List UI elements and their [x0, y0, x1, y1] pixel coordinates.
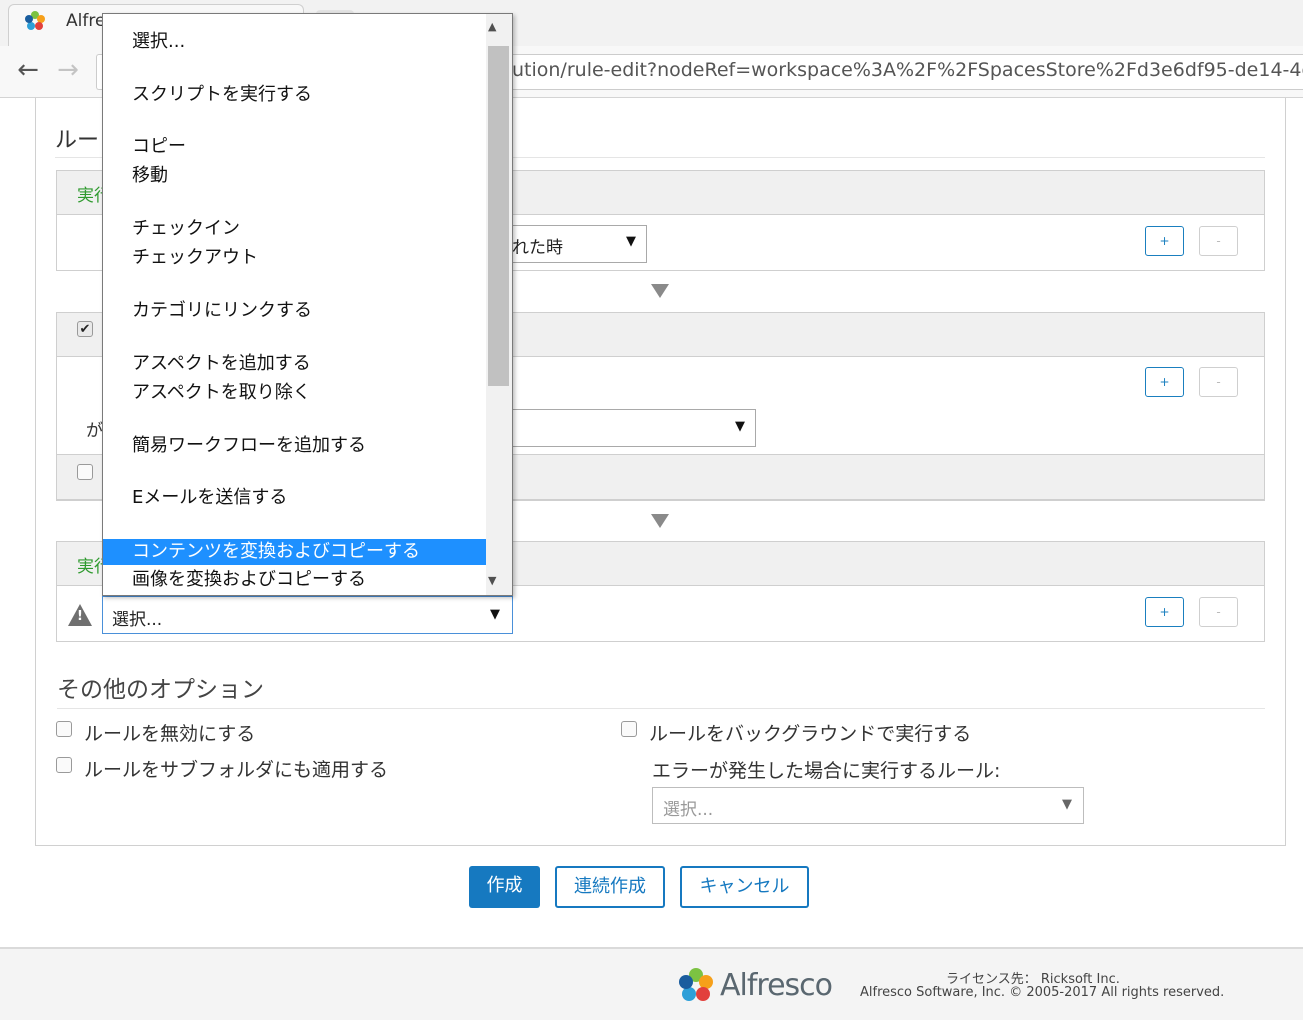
condition-checkbox[interactable]: ✔ [77, 321, 93, 337]
dropdown-option[interactable]: アスペクトを取り除く [103, 380, 487, 406]
dropdown-option[interactable]: 選択... [103, 29, 487, 55]
alfresco-favicon-icon [25, 11, 45, 30]
dropdown-option[interactable]: アスペクトを追加する [103, 351, 487, 377]
scroll-down-icon[interactable]: ▼ [488, 574, 496, 587]
on-error-select[interactable] [652, 787, 1084, 824]
forward-arrow-icon[interactable]: → [54, 56, 82, 84]
scrollbar-thumb[interactable] [488, 46, 509, 386]
apply-subfolders-label[interactable]: ルールをサブフォルダにも適用する [84, 755, 388, 782]
chevron-down-icon: ▼ [490, 607, 500, 622]
rule-heading: ルー [55, 128, 100, 153]
remove-action-button[interactable]: - [1199, 597, 1238, 627]
run-background-label[interactable]: ルールをバックグラウンドで実行する [649, 719, 971, 746]
on-error-select-value: 選択... [663, 800, 714, 820]
cancel-button[interactable]: キャンセル [680, 866, 809, 908]
divider [57, 708, 1265, 709]
disable-rule-label[interactable]: ルールを無効にする [84, 719, 255, 746]
dropdown-option[interactable]: チェックアウト [103, 245, 487, 271]
chevron-down-icon: ▼ [626, 234, 636, 249]
dropdown-option[interactable]: 簡易ワークフローを追加する [103, 433, 487, 459]
on-error-label: エラーが発生した場合に実行するルール: [652, 760, 1001, 782]
run-background-checkbox[interactable] [621, 721, 637, 737]
dropdown-option[interactable]: チェックイン [103, 216, 487, 242]
url-text[interactable]: ution/rule-edit?nodeRef=workspace%3A%2F%… [512, 59, 1303, 81]
flow-arrow-icon [651, 514, 669, 528]
condition-text: が [86, 421, 103, 441]
create-button[interactable]: 作成 [469, 866, 540, 908]
tab-title: Alfre [66, 11, 106, 31]
dropdown-option[interactable]: カテゴリにリンクする [103, 298, 487, 324]
rule-when-select-value: れた時 [512, 238, 563, 258]
scroll-up-icon[interactable]: ▲ [488, 20, 496, 33]
alfresco-logo-icon [679, 968, 713, 1001]
disable-rule-checkbox[interactable] [56, 721, 72, 737]
action-select-value: 選択... [112, 610, 163, 630]
dropdown-option[interactable]: 移動 [103, 163, 487, 189]
action-select[interactable] [102, 596, 513, 634]
back-arrow-icon[interactable]: ← [14, 56, 42, 84]
other-options-heading: その他のオプション [57, 677, 264, 703]
dropdown-option[interactable]: スクリプトを実行する [103, 82, 487, 108]
flow-arrow-icon [651, 284, 669, 298]
add-when-button[interactable]: + [1145, 226, 1184, 256]
chevron-down-icon: ▼ [735, 419, 745, 434]
create-continue-button[interactable]: 連続作成 [555, 866, 665, 908]
chevron-down-icon: ▼ [1062, 797, 1072, 812]
dropdown-option[interactable]: 画像を変換およびコピーする [103, 567, 487, 593]
dropdown-option-selected[interactable]: コンテンツを変換およびコピーする [103, 539, 487, 565]
dropdown-option[interactable]: Eメールを送信する [103, 485, 487, 511]
remove-when-button[interactable]: - [1199, 226, 1238, 256]
warning-mark: ! [77, 609, 83, 624]
apply-subfolders-checkbox[interactable] [56, 757, 72, 773]
alfresco-logo-text: Alfresco [720, 968, 833, 1003]
condition-select[interactable] [500, 409, 756, 447]
remove-condition-button[interactable]: - [1199, 367, 1238, 397]
footer-copyright: Alfresco Software, Inc. © 2005-2017 All … [860, 985, 1225, 1000]
add-condition-button[interactable]: + [1145, 367, 1184, 397]
add-action-button[interactable]: + [1145, 597, 1184, 627]
dropdown-option[interactable]: コピー [103, 134, 487, 160]
action-dropdown-list[interactable]: 選択... スクリプトを実行する コピー 移動 チェックイン チェックアウト カ… [102, 13, 513, 596]
unless-checkbox[interactable] [77, 464, 93, 480]
